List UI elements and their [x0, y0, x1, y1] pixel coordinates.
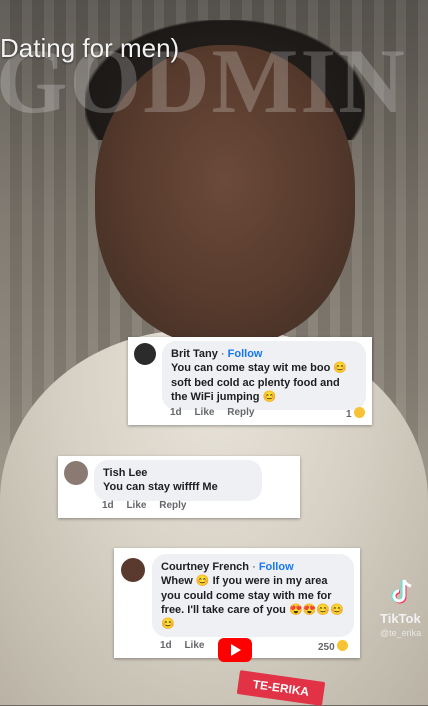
- tiktok-label: TikTok: [380, 611, 421, 626]
- tiktok-logo-icon: [391, 579, 412, 604]
- reaction-count: 1: [346, 407, 366, 420]
- separator: ·: [252, 561, 259, 573]
- comment-text: You can stay wiffff Me: [103, 481, 218, 494]
- video-title: Dating for men): [0, 33, 180, 63]
- comment-bubble: Tish Lee You can stay wiffff Me: [94, 460, 262, 501]
- comment-author[interactable]: Tish Lee: [103, 467, 147, 479]
- comment-card-1: Brit Tany · Follow You can come stay wit…: [128, 337, 372, 425]
- reaction-emoji-icon: [337, 640, 349, 651]
- comment-actions: 1d Like Reply: [102, 500, 196, 511]
- comment-actions: 1d Like Reply: [170, 407, 264, 418]
- follow-link[interactable]: Follow: [228, 348, 263, 360]
- like-link[interactable]: Like: [184, 640, 204, 651]
- reaction-emoji-icon: [354, 407, 366, 418]
- comment-bubble: Brit Tany · Follow You can come stay wit…: [162, 341, 366, 411]
- comment-time: 1d: [160, 640, 172, 651]
- comment-time: 1d: [170, 407, 182, 418]
- reply-link[interactable]: Reply: [227, 407, 254, 418]
- youtube-play-icon[interactable]: [218, 638, 252, 662]
- follow-link[interactable]: Follow: [259, 561, 294, 573]
- reaction-count: 250: [318, 640, 349, 653]
- comment-text: Whew 😊 If you were in my area you could …: [161, 575, 344, 631]
- comment-text: You can come stay wit me boo 😊 soft bed …: [171, 362, 348, 403]
- avatar[interactable]: [121, 558, 145, 582]
- tiktok-handle: @te_erika: [380, 628, 422, 638]
- comment-card-2: Tish Lee You can stay wiffff Me 1d Like …: [58, 456, 300, 518]
- comment-bubble: Courtney French · Follow Whew 😊 If you w…: [152, 554, 354, 638]
- reply-link[interactable]: Reply: [159, 500, 186, 511]
- avatar[interactable]: [134, 343, 156, 365]
- like-link[interactable]: Like: [126, 500, 146, 511]
- avatar[interactable]: [64, 461, 88, 485]
- comment-author[interactable]: Courtney French: [161, 561, 249, 573]
- separator: ·: [220, 348, 228, 360]
- comment-actions: 1d Like: [160, 640, 214, 651]
- like-link[interactable]: Like: [194, 407, 214, 418]
- comment-time: 1d: [102, 500, 114, 511]
- comment-author[interactable]: Brit Tany: [171, 348, 218, 360]
